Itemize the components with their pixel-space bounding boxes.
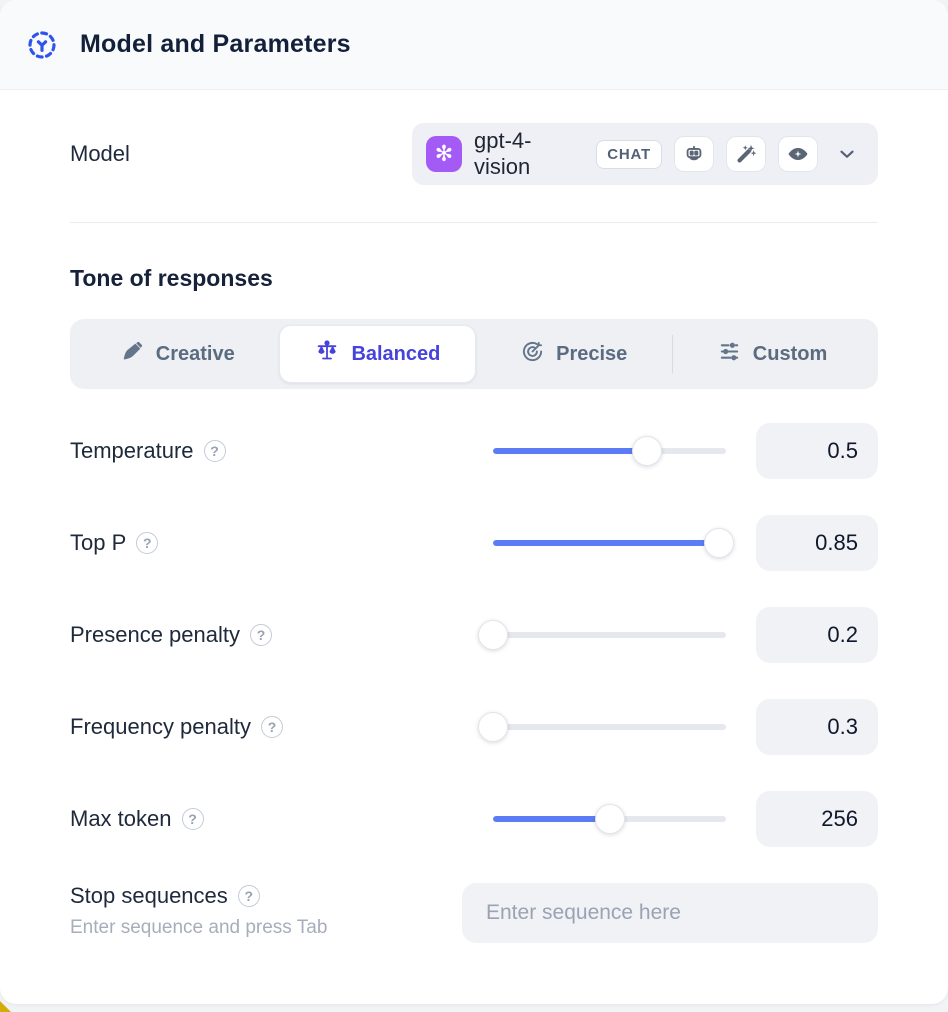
- help-icon[interactable]: ?: [182, 808, 204, 830]
- help-icon[interactable]: ?: [238, 885, 260, 907]
- top-p-value[interactable]: 0.85: [756, 515, 878, 571]
- model-label: Model: [70, 141, 130, 167]
- max-token-value[interactable]: 256: [756, 791, 878, 847]
- tone-tabbar: Creative Balanced: [70, 319, 878, 389]
- help-icon[interactable]: ?: [250, 624, 272, 646]
- model-parameters-panel: Model and Parameters Model ✻ gpt-4-visio…: [0, 0, 948, 1004]
- model-name: gpt-4-vision: [474, 128, 584, 180]
- top-p-label: Top P: [70, 530, 126, 556]
- slider-thumb[interactable]: [632, 436, 662, 466]
- model-hub-icon: [26, 29, 58, 61]
- paintbrush-icon: [121, 340, 144, 369]
- panel-title: Model and Parameters: [80, 30, 351, 59]
- model-select[interactable]: ✻ gpt-4-vision CHAT: [412, 123, 878, 185]
- target-arrow-icon: [521, 340, 544, 369]
- tab-creative[interactable]: Creative: [95, 326, 261, 383]
- presence-penalty-slider[interactable]: [493, 620, 726, 650]
- stop-sequences-hint: Enter sequence and press Tab: [70, 917, 327, 939]
- tab-custom[interactable]: Custom: [692, 326, 853, 383]
- tab-balanced[interactable]: Balanced: [279, 325, 476, 383]
- stop-sequences-row: Stop sequences? Enter sequence and press…: [70, 883, 878, 943]
- tab-balanced-label: Balanced: [351, 343, 440, 366]
- presence-penalty-label: Presence penalty: [70, 622, 240, 648]
- frequency-penalty-row: Frequency penalty? 0.3: [70, 699, 878, 755]
- wand-sparkles-icon: [726, 136, 766, 172]
- model-row: Model ✻ gpt-4-vision CHAT: [70, 123, 878, 185]
- tab-precise-label: Precise: [556, 343, 627, 366]
- balance-scale-icon: [315, 339, 339, 369]
- slider-thumb[interactable]: [595, 804, 625, 834]
- tab-custom-label: Custom: [753, 343, 827, 366]
- presence-penalty-value[interactable]: 0.2: [756, 607, 878, 663]
- help-icon[interactable]: ?: [136, 532, 158, 554]
- openai-logo-icon: ✻: [426, 136, 462, 172]
- slider-thumb[interactable]: [478, 712, 508, 742]
- parameter-list: Temperature? 0.5 Top P? 0.85: [70, 423, 878, 943]
- top-p-row: Top P? 0.85: [70, 515, 878, 571]
- stop-sequences-label: Stop sequences: [70, 883, 228, 909]
- top-p-slider[interactable]: [493, 528, 726, 558]
- presence-penalty-row: Presence penalty? 0.2: [70, 607, 878, 663]
- corner-accent: [0, 1001, 11, 1012]
- slider-thumb[interactable]: [478, 620, 508, 650]
- temperature-slider[interactable]: [493, 436, 726, 466]
- tab-precise[interactable]: Precise: [495, 326, 653, 383]
- max-token-row: Max token? 256: [70, 791, 878, 847]
- help-icon[interactable]: ?: [204, 440, 226, 462]
- panel-header: Model and Parameters: [0, 0, 948, 90]
- temperature-label: Temperature: [70, 438, 194, 464]
- section-divider: [70, 222, 878, 223]
- sliders-icon: [718, 340, 741, 369]
- tab-creative-label: Creative: [156, 343, 235, 366]
- stop-sequence-input[interactable]: [462, 883, 878, 943]
- frequency-penalty-slider[interactable]: [493, 712, 726, 742]
- vision-eye-icon: [778, 136, 818, 172]
- tone-heading: Tone of responses: [70, 265, 878, 292]
- temperature-row: Temperature? 0.5: [70, 423, 878, 479]
- max-token-label: Max token: [70, 806, 172, 832]
- tab-separator: [672, 335, 673, 373]
- frequency-penalty-label: Frequency penalty: [70, 714, 251, 740]
- chat-type-badge: CHAT: [596, 140, 662, 169]
- frequency-penalty-value[interactable]: 0.3: [756, 699, 878, 755]
- temperature-value[interactable]: 0.5: [756, 423, 878, 479]
- max-token-slider[interactable]: [493, 804, 726, 834]
- slider-thumb[interactable]: [704, 528, 734, 558]
- robot-icon: [674, 136, 714, 172]
- chevron-down-icon: [836, 143, 858, 165]
- help-icon[interactable]: ?: [261, 716, 283, 738]
